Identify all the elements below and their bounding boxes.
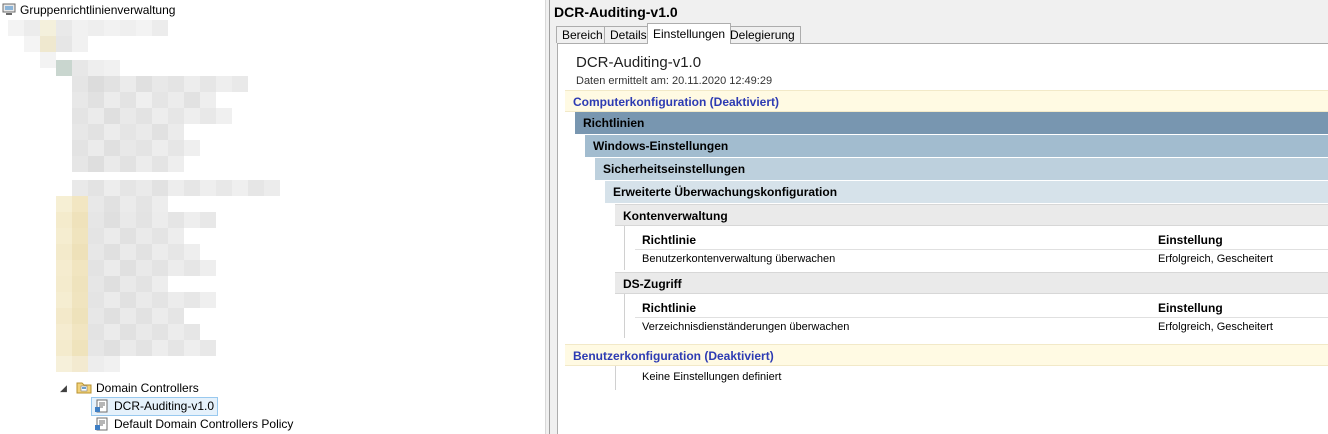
collapse-triangle-icon[interactable]: ◢	[60, 379, 67, 397]
report-date: Daten ermittelt am: 20.11.2020 12:49:29	[576, 75, 773, 87]
settings-report[interactable]: DCR-Auditing-v1.0 Daten ermittelt am: 20…	[557, 43, 1328, 434]
header-richtlinien[interactable]: Richtlinien	[575, 112, 1328, 134]
pane-title: DCR-Auditing-v1.0	[554, 4, 678, 20]
col-header-policy: Richtlinie	[642, 301, 697, 315]
header-windows-settings[interactable]: Windows-Einstellungen	[585, 135, 1328, 157]
tree-label-gpo: DCR-Auditing-v1.0	[114, 399, 215, 413]
no-settings-text: Keine Einstellungen definiert	[642, 371, 782, 383]
user-config-body: Keine Einstellungen definiert	[615, 366, 1328, 390]
tree-root-label: Gruppenrichtlinienverwaltung	[20, 3, 176, 17]
policy-name: Verzeichnisdienständerungen überwachen	[642, 321, 850, 333]
policy-setting: Erfolgreich, Gescheitert	[1158, 321, 1273, 333]
header-ds-zugriff[interactable]: DS-Zugriff	[615, 272, 1328, 294]
policy-name: Benutzerkontenverwaltung überwachen	[642, 253, 836, 265]
section-user-configuration[interactable]: Benutzerkonfiguration (Deaktiviert)	[565, 344, 1328, 366]
col-header-setting: Einstellung	[1158, 233, 1223, 247]
tree-label-domain-controllers: Domain Controllers	[96, 381, 199, 395]
tab-bereich[interactable]: Bereich	[556, 26, 609, 43]
report-title: DCR-Auditing-v1.0	[576, 54, 702, 71]
section-computer-configuration[interactable]: Computerkonfiguration (Deaktiviert)	[565, 90, 1328, 112]
header-security-settings[interactable]: Sicherheitseinstellungen	[595, 158, 1328, 180]
gpm-console-icon	[2, 3, 16, 15]
col-header-policy: Richtlinie	[642, 233, 697, 247]
tree-label-gpo: Default Domain Controllers Policy	[114, 417, 294, 431]
tab-einstellungen[interactable]: Einstellungen	[647, 23, 732, 44]
ou-folder-icon	[76, 382, 92, 394]
table-kontenverwaltung: Richtlinie Einstellung Benutzerkontenver…	[624, 226, 1328, 270]
tab-details[interactable]: Details	[604, 26, 653, 43]
col-header-setting: Einstellung	[1158, 301, 1223, 315]
console-tree[interactable]: Gruppenrichtlinienverwaltung ◢ Domain Co…	[0, 0, 545, 434]
table-ds-zugriff: Richtlinie Einstellung Verzeichnisdienst…	[624, 294, 1328, 338]
policy-setting: Erfolgreich, Gescheitert	[1158, 253, 1273, 265]
tab-delegierung[interactable]: Delegierung	[724, 26, 801, 43]
details-pane: DCR-Auditing-v1.0 Bereich Details Einste…	[550, 0, 1328, 434]
gpo-link-icon	[95, 417, 108, 431]
gpo-link-icon	[95, 399, 108, 413]
header-kontenverwaltung[interactable]: Kontenverwaltung	[615, 204, 1328, 226]
header-advanced-audit[interactable]: Erweiterte Überwachungskonfiguration	[605, 181, 1328, 203]
tree-node-dcr-auditing[interactable]: DCR-Auditing-v1.0	[91, 397, 218, 416]
